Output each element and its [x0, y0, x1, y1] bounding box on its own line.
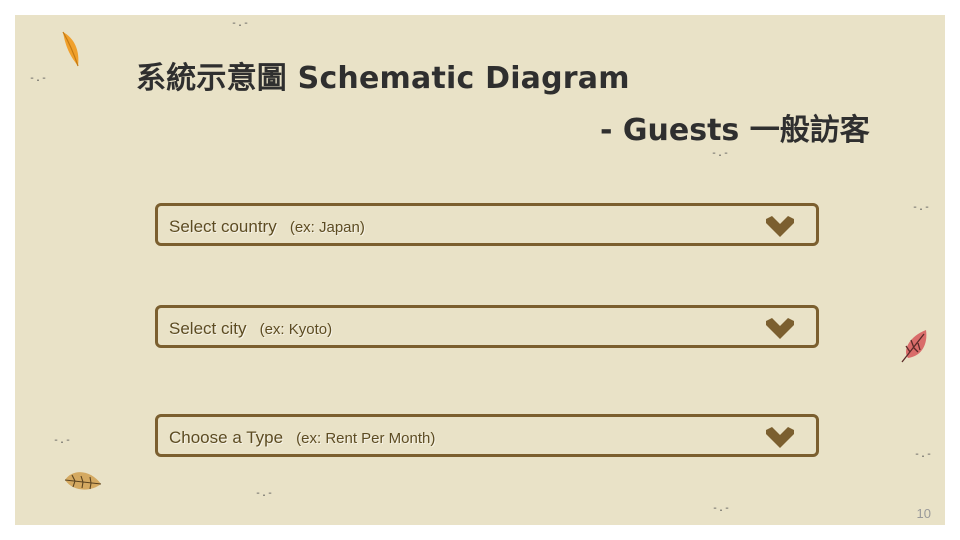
tan-leaf-icon	[64, 472, 102, 490]
decor-dash: -.-	[712, 503, 731, 514]
country-select-hint: (ex: Japan)	[289, 219, 365, 236]
page-subtitle: - Guests 一般訪客	[600, 113, 870, 148]
type-select[interactable]: Choose a Type (ex: Rent Per Month)	[155, 414, 819, 457]
red-leaf-icon	[901, 330, 927, 363]
country-select-label: Select country	[169, 217, 277, 236]
chevron-down-icon[interactable]	[764, 318, 796, 340]
type-select-hint: (ex: Rent Per Month)	[296, 430, 436, 447]
decor-dash: -.-	[53, 435, 72, 446]
orange-leaf-icon	[62, 31, 79, 67]
type-select-text: Choose a Type (ex: Rent Per Month)	[169, 428, 435, 448]
page-number: 10	[916, 506, 931, 521]
chevron-down-icon[interactable]	[764, 427, 796, 449]
decor-dash: -.-	[255, 488, 274, 499]
decor-dash: -.-	[29, 73, 48, 84]
city-select[interactable]: Select city (ex: Kyoto)	[155, 305, 819, 348]
country-select-text: Select country (ex: Japan)	[169, 217, 365, 237]
city-select-label: Select city	[169, 319, 247, 338]
type-select-label: Choose a Type	[169, 428, 284, 447]
decor-dash: -.-	[231, 18, 250, 29]
decor-dash: -.-	[711, 148, 730, 159]
page-title: 系統示意圖 Schematic Diagram	[136, 61, 630, 96]
decor-dash: -.-	[912, 202, 931, 213]
city-select-hint: (ex: Kyoto)	[259, 321, 333, 338]
chevron-down-icon[interactable]	[764, 216, 796, 238]
country-select[interactable]: Select country (ex: Japan)	[155, 203, 819, 246]
city-select-text: Select city (ex: Kyoto)	[169, 319, 332, 339]
decor-dash: -.-	[914, 449, 933, 460]
slide: -.- -.- -.- -.- -.- -.- -.- -.- 系統示意圖 Sc…	[15, 15, 945, 525]
